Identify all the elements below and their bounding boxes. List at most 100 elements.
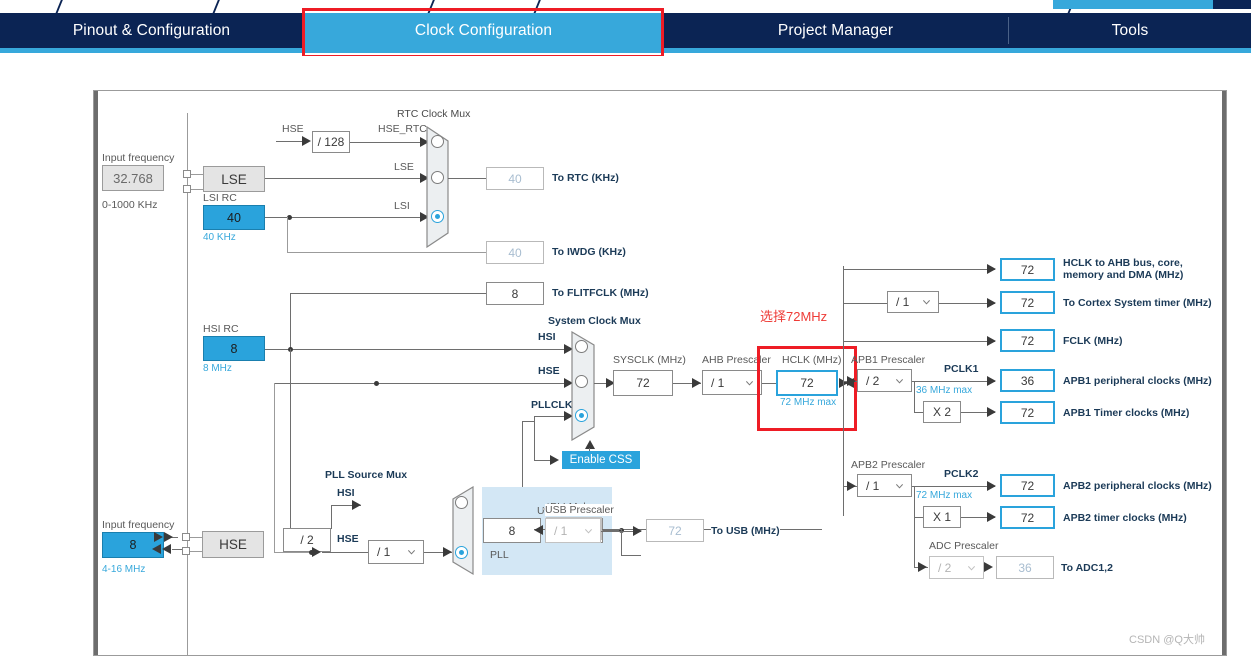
hse-checkbox-out[interactable] xyxy=(182,547,190,555)
cortex-timer-value-field: 72 xyxy=(1000,291,1055,314)
hclk-red-annotation: 选择72MHz xyxy=(760,309,828,324)
tab-project-manager[interactable]: Project Manager xyxy=(664,13,1007,48)
rtc-hse-label: HSE xyxy=(282,123,304,135)
rtc-mux-radio-lse[interactable] xyxy=(431,171,444,184)
apb1-timer-multiplier-block: X 2 xyxy=(923,401,961,423)
top-partial-button[interactable] xyxy=(1053,0,1213,9)
tab-pinout-configuration[interactable]: Pinout & Configuration xyxy=(0,13,303,48)
chevron-down-icon xyxy=(922,300,931,305)
usb-prescaler-select[interactable]: / 1 xyxy=(545,518,601,543)
pclk2-label: PCLK2 xyxy=(944,468,979,480)
scm-radio-hse[interactable] xyxy=(575,375,588,388)
fclk-value-field: 72 xyxy=(1000,329,1055,352)
rtc-clock-mux-title: RTC Clock Mux xyxy=(397,108,471,120)
hse-input-frequency-label: Input frequency xyxy=(102,519,175,531)
pll-hse-div-select[interactable]: / 1 xyxy=(368,540,424,564)
apb2-timer-multiplier-block: X 1 xyxy=(923,506,961,528)
pll-mux-radio-hse[interactable] xyxy=(455,546,468,559)
lsi-rc-value-field[interactable]: 40 xyxy=(203,205,265,230)
scm-pllclk-label: PLLCLK xyxy=(531,399,573,411)
main-bus-line xyxy=(187,113,188,655)
lse-enable-checkbox-out[interactable] xyxy=(183,185,191,193)
rtc-lsi-label: LSI xyxy=(394,200,410,212)
tab-tools[interactable]: Tools xyxy=(1009,13,1251,48)
to-adc-label: To ADC1,2 xyxy=(1061,562,1113,574)
tab-pinout-label: Pinout & Configuration xyxy=(72,21,231,39)
apb1-prescaler-select[interactable]: / 2 xyxy=(857,369,912,392)
pll-input-value-field: 8 xyxy=(483,518,541,543)
apb1-prescaler-title: APB1 Prescaler xyxy=(851,354,926,366)
lse-enable-checkbox-in[interactable] xyxy=(183,170,191,178)
watermark: CSDN @Q大帅 xyxy=(1129,634,1205,646)
tab-clock-label: Clock Configuration xyxy=(414,21,553,39)
chevron-down-icon xyxy=(967,565,976,571)
tab-clock-configuration[interactable]: Clock Configuration xyxy=(305,13,662,48)
to-iwdg-value-field: 40 xyxy=(486,241,544,264)
clock-tree-canvas[interactable]: Input frequency 32.768 0-1000 KHz LSE LS… xyxy=(93,90,1227,656)
apb2-prescaler-title: APB2 Prescaler xyxy=(851,459,926,471)
apb1-timer-value-field: 72 xyxy=(1000,401,1055,424)
apb2-prescaler-select[interactable]: / 1 xyxy=(857,474,912,497)
pll-hse-label: HSE xyxy=(337,533,359,545)
hse-checkbox-in[interactable] xyxy=(182,533,190,541)
pclk2-max-label: 72 MHz max xyxy=(916,490,973,501)
apb2-peripheral-value-field: 72 xyxy=(1000,474,1055,497)
chevron-down-icon xyxy=(895,378,904,384)
ahb-prescaler-title: AHB Prescaler xyxy=(702,354,771,366)
rtc-lse-label: LSE xyxy=(394,161,414,173)
scm-hsi-label: HSI xyxy=(538,331,556,343)
chevron-down-icon xyxy=(584,528,593,534)
lsi-rc-title: LSI RC xyxy=(203,192,237,204)
hclk-ahb-bus-label-2: memory and DMA (MHz) xyxy=(1063,269,1184,281)
rtc-mux-radio-hse-rtc[interactable] xyxy=(431,135,444,148)
pll-mux-radio-hsi[interactable] xyxy=(455,496,468,509)
scm-hse-label: HSE xyxy=(538,365,560,377)
to-rtc-label: To RTC (KHz) xyxy=(552,172,619,184)
pll-hsi-label: HSI xyxy=(337,487,355,499)
apb1-peripheral-value-field: 36 xyxy=(1000,369,1055,392)
pclk1-label: PCLK1 xyxy=(944,363,979,375)
hse-range-label: 4-16 MHz xyxy=(102,564,146,575)
scm-radio-hsi[interactable] xyxy=(575,340,588,353)
hclk-ahb-bus-label: HCLK to AHB bus, core, xyxy=(1063,257,1183,269)
to-flitfclk-label: To FLITFCLK (MHz) xyxy=(552,287,649,299)
pll-panel-label: PLL xyxy=(490,549,509,561)
usb-prescaler-title: USB Prescaler xyxy=(537,505,606,517)
pll-source-mux-title: PLL Source Mux xyxy=(325,469,408,481)
canvas-right-rail xyxy=(1222,91,1226,655)
hclk-ahb-bus-value-field: 72 xyxy=(1000,258,1055,281)
tab-tools-label: Tools xyxy=(1111,21,1149,39)
rtc-hse-div128-block: / 128 xyxy=(312,131,350,153)
lse-range-label: 0-1000 KHz xyxy=(102,199,158,211)
tab-project-manager-label: Project Manager xyxy=(777,21,894,39)
lse-input-frequency-field[interactable]: 32.768 xyxy=(102,165,164,191)
hclk-value-field: 72 xyxy=(776,370,838,396)
cortex-timer-label: To Cortex System timer (MHz) xyxy=(1063,297,1212,309)
adc-prescaler-title: ADC Prescaler xyxy=(929,540,999,552)
lse-source-block[interactable]: LSE xyxy=(203,166,265,192)
sysclk-value-field: 72 xyxy=(613,370,673,396)
chevron-down-icon xyxy=(895,483,904,489)
ahb-prescaler-select[interactable]: / 1 xyxy=(702,370,762,395)
adc-prescaler-select[interactable]: / 2 xyxy=(929,556,984,579)
clock-toolbar: Resolve Clock Issues xyxy=(0,56,1251,138)
rtc-mux-radio-lsi[interactable] xyxy=(431,210,444,223)
cortex-timer-prescaler-select[interactable]: / 1 xyxy=(887,291,939,313)
chevron-down-icon xyxy=(745,380,754,386)
hsi-rc-title: HSI RC xyxy=(203,323,239,335)
hse-source-block[interactable]: HSE xyxy=(202,531,264,558)
clock-configuration-window: Pinout & Configuration Clock Configurati… xyxy=(0,0,1251,657)
hsi-rc-value-field[interactable]: 8 xyxy=(203,336,265,361)
apb2-timer-value-field: 72 xyxy=(1000,506,1055,529)
top-partial-strip xyxy=(0,0,1251,14)
pll-hsi-div2-block: / 2 xyxy=(283,528,331,552)
enable-css-button[interactable]: Enable CSS xyxy=(562,451,640,469)
apb2-peripheral-label: APB2 peripheral clocks (MHz) xyxy=(1063,480,1212,492)
to-flitfclk-value-field: 8 xyxy=(486,282,544,305)
system-clock-mux-title: System Clock Mux xyxy=(548,315,641,327)
scm-radio-pllclk[interactable] xyxy=(575,409,588,422)
rtc-hse-rtc-label: HSE_RTC xyxy=(378,123,427,135)
apb2-timer-label: APB2 timer clocks (MHz) xyxy=(1063,512,1187,524)
to-adc-value-field: 36 xyxy=(996,556,1054,579)
to-rtc-value-field: 40 xyxy=(486,167,544,190)
